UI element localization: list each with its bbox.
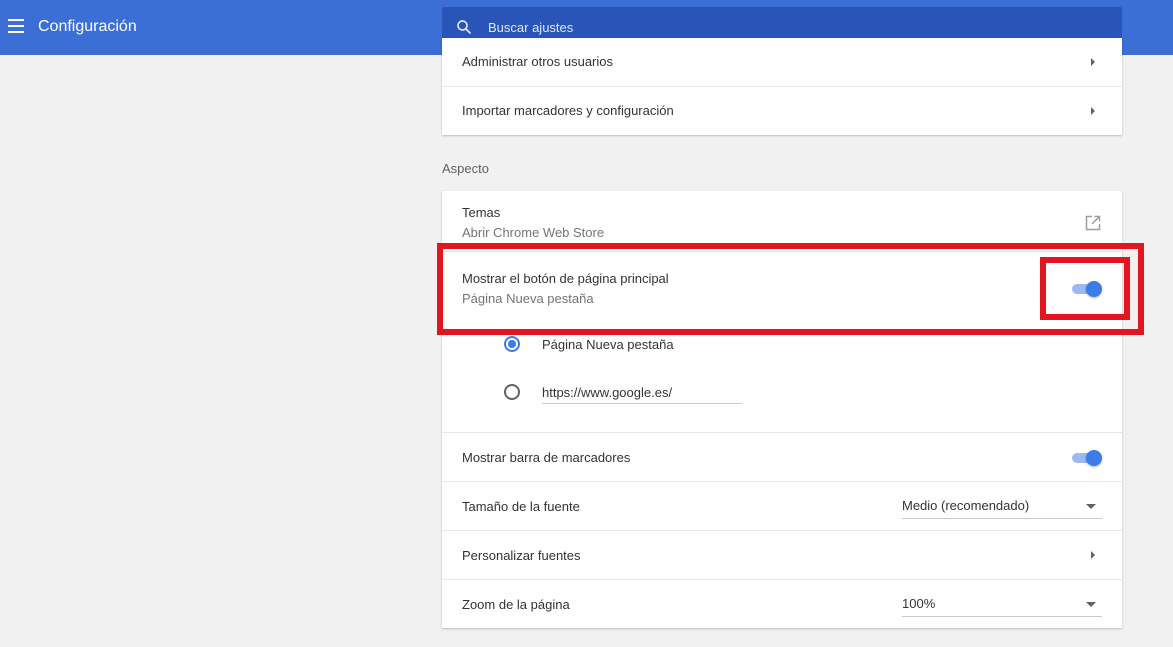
dropdown-arrow-icon bbox=[1086, 602, 1096, 607]
bookmarks-bar-toggle[interactable] bbox=[1070, 449, 1102, 467]
themes-sublabel: Abrir Chrome Web Store bbox=[462, 225, 605, 240]
hamburger-menu-icon[interactable] bbox=[8, 19, 24, 33]
show-bookmarks-bar-row[interactable]: Mostrar barra de marcadores bbox=[442, 432, 1122, 481]
page-title: Configuración bbox=[38, 18, 137, 35]
search-icon bbox=[457, 20, 471, 34]
font-size-label: Tamaño de la fuente bbox=[462, 499, 580, 514]
manage-other-users-row[interactable]: Administrar otros usuarios bbox=[442, 38, 1122, 86]
page-zoom-value: 100% bbox=[902, 596, 936, 611]
home-button-toggle[interactable] bbox=[1070, 280, 1102, 298]
custom-home-url-input[interactable] bbox=[542, 382, 742, 404]
chevron-right-icon bbox=[1091, 58, 1095, 66]
chevron-right-icon bbox=[1091, 107, 1095, 115]
dropdown-arrow-icon bbox=[1086, 504, 1096, 509]
radio-new-tab[interactable] bbox=[504, 336, 520, 352]
page-zoom-row: Zoom de la página 100% bbox=[442, 579, 1122, 628]
customize-fonts-label: Personalizar fuentes bbox=[462, 548, 581, 563]
open-in-new-icon[interactable] bbox=[1084, 214, 1102, 232]
page-zoom-label: Zoom de la página bbox=[462, 597, 570, 612]
show-home-button-label: Mostrar el botón de página principal bbox=[462, 271, 669, 286]
toggle-knob bbox=[1086, 450, 1102, 466]
import-bookmarks-row[interactable]: Importar marcadores y configuración bbox=[442, 86, 1122, 135]
import-bookmarks-label: Importar marcadores y configuración bbox=[462, 103, 674, 118]
show-home-button-sublabel: Página Nueva pestaña bbox=[462, 291, 594, 306]
appearance-card: Temas Abrir Chrome Web Store Mostrar el … bbox=[442, 191, 1122, 628]
radio-custom-url[interactable] bbox=[504, 384, 520, 400]
toggle-knob bbox=[1086, 281, 1102, 297]
people-card: Administrar otros usuarios Importar marc… bbox=[442, 38, 1122, 135]
chevron-right-icon bbox=[1091, 551, 1095, 559]
font-size-value: Medio (recomendado) bbox=[902, 498, 1030, 513]
themes-label: Temas bbox=[462, 205, 501, 220]
customize-fonts-row[interactable]: Personalizar fuentes bbox=[442, 530, 1122, 579]
show-bookmarks-bar-label: Mostrar barra de marcadores bbox=[462, 450, 631, 465]
appearance-section-title: Aspecto bbox=[442, 161, 489, 176]
manage-other-users-label: Administrar otros usuarios bbox=[462, 54, 613, 69]
show-home-button-row[interactable]: Mostrar el botón de página principal Pág… bbox=[442, 251, 1122, 326]
radio-new-tab-label[interactable]: Página Nueva pestaña bbox=[542, 337, 674, 352]
font-size-row: Tamaño de la fuente Medio (recomendado) bbox=[442, 481, 1122, 530]
page-zoom-select[interactable]: 100% bbox=[902, 591, 1102, 617]
themes-row[interactable]: Temas Abrir Chrome Web Store bbox=[442, 191, 1122, 251]
font-size-select[interactable]: Medio (recomendado) bbox=[902, 493, 1102, 519]
